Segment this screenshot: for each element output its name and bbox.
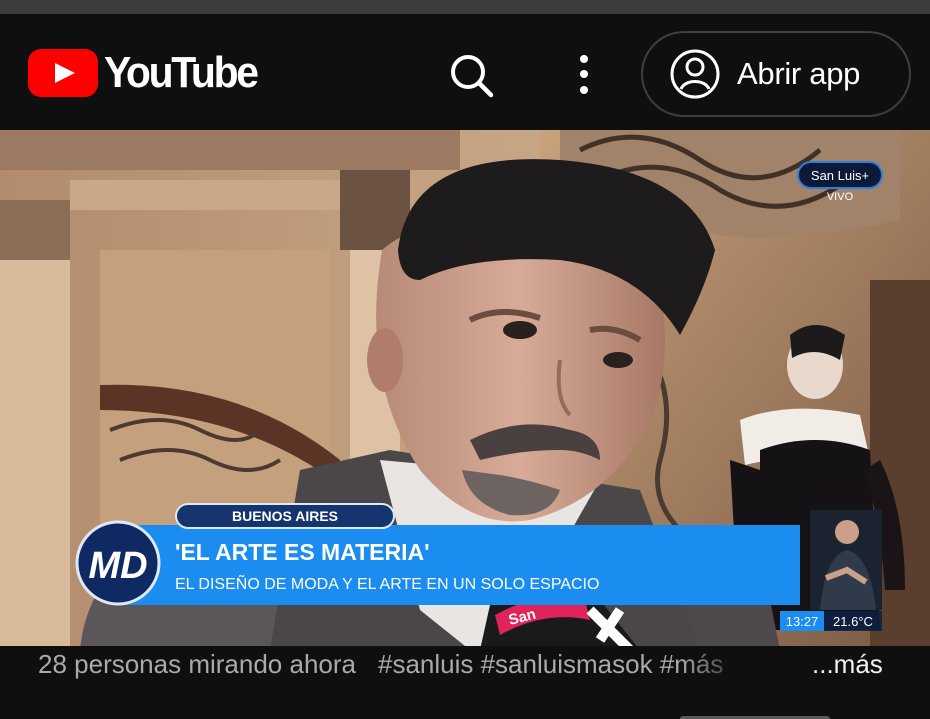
video-frame: San San Luis+ VIVO BUENOS AIRES MD 'EL A… bbox=[0, 130, 930, 650]
youtube-logo[interactable]: YouTube bbox=[28, 48, 268, 98]
open-app-label: Abrir app bbox=[737, 56, 861, 91]
network-logo: MD bbox=[88, 545, 147, 587]
youtube-header: YouTube Abrir app bbox=[0, 14, 930, 130]
viewer-count: 28 personas mirando ahora bbox=[38, 648, 356, 679]
more-description-link[interactable]: ...más bbox=[812, 649, 883, 680]
sign-interpreter bbox=[810, 510, 882, 610]
live-label: VIVO bbox=[827, 191, 854, 203]
status-bar bbox=[0, 0, 930, 14]
open-app-button[interactable]: Abrir app bbox=[641, 31, 911, 117]
youtube-wordmark: YouTube bbox=[104, 48, 259, 97]
channel-bug-text: San Luis+ bbox=[811, 168, 869, 183]
youtube-play-icon bbox=[28, 49, 98, 97]
hashtags[interactable]: #sanluis #sanluismasok #más bbox=[378, 649, 754, 680]
search-icon bbox=[451, 55, 494, 98]
clock-weather: 13:27 21.6°C bbox=[780, 611, 882, 631]
more-options-button[interactable] bbox=[566, 48, 602, 102]
subheadline: EL DISEÑO DE MODA Y EL ARTE EN UN SOLO E… bbox=[175, 573, 599, 593]
account-circle-icon bbox=[670, 49, 720, 99]
headline: 'EL ARTE ES MATERIA' bbox=[175, 539, 430, 565]
clock: 13:27 bbox=[786, 614, 819, 629]
page-bottom bbox=[0, 682, 930, 719]
temperature: 21.6°C bbox=[833, 614, 873, 629]
location-tag: BUENOS AIRES bbox=[232, 508, 338, 524]
video-info-bar[interactable]: 28 personas mirando ahora #sanluis #sanl… bbox=[0, 646, 930, 682]
search-button[interactable] bbox=[444, 48, 498, 102]
video-player[interactable]: San San Luis+ VIVO BUENOS AIRES MD 'EL A… bbox=[0, 130, 930, 650]
